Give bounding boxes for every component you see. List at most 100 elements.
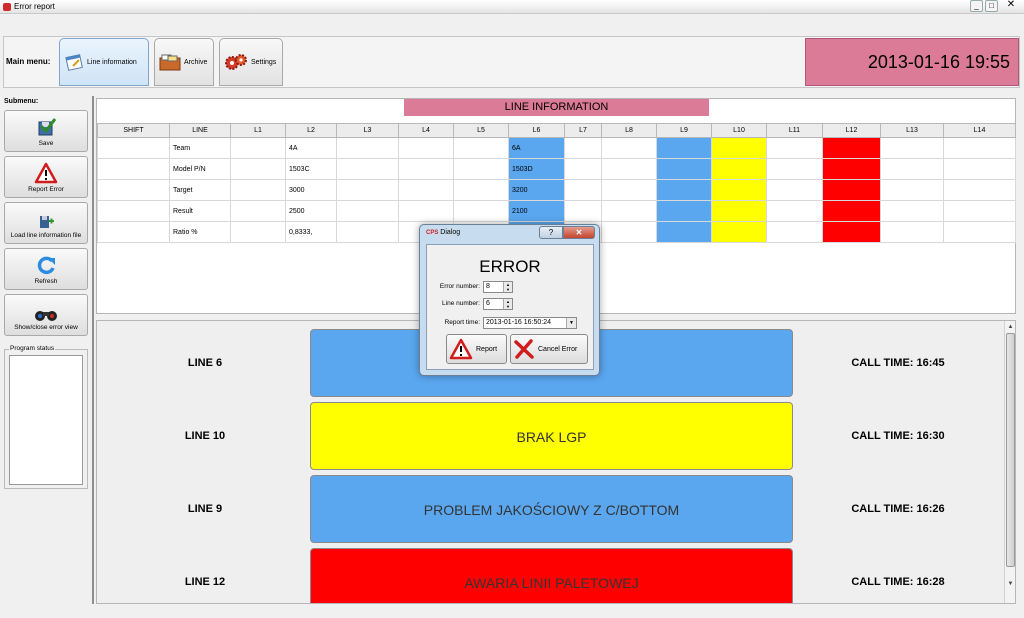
column-header-l6[interactable]: L6: [508, 123, 565, 138]
table-cell[interactable]: [398, 137, 454, 159]
column-header-l12[interactable]: L12: [822, 123, 881, 138]
table-cell[interactable]: [230, 221, 286, 243]
table-cell[interactable]: [766, 179, 823, 201]
column-header-l5[interactable]: L5: [453, 123, 509, 138]
column-header-l4[interactable]: L4: [398, 123, 454, 138]
column-header-line[interactable]: LINE: [169, 123, 231, 138]
calls-scrollbar[interactable]: ▲ ▼: [1004, 321, 1015, 603]
table-cell[interactable]: [230, 179, 286, 201]
table-cell[interactable]: [822, 179, 881, 201]
close-button[interactable]: ✕: [1000, 0, 1022, 12]
maximize-button[interactable]: □: [985, 0, 998, 12]
table-cell[interactable]: [656, 179, 712, 201]
help-button[interactable]: ?: [539, 226, 563, 239]
show-close-error-view-button[interactable]: Show/close error view: [4, 294, 88, 336]
line-number-spinbox[interactable]: 6 ▲ ▼: [483, 298, 513, 310]
error-number-spinbox[interactable]: 8 ▲ ▼: [483, 281, 513, 293]
spin-arrows-icon[interactable]: ▲ ▼: [503, 282, 512, 292]
table-cell[interactable]: [453, 179, 509, 201]
chevron-down-icon[interactable]: ▼: [566, 318, 576, 328]
spin-arrows-icon[interactable]: ▲ ▼: [503, 299, 512, 309]
table-cell[interactable]: [822, 200, 881, 222]
load-file-button[interactable]: Load line information file: [4, 202, 88, 244]
table-cell[interactable]: 1503D: [508, 158, 565, 180]
column-header-l13[interactable]: L13: [880, 123, 944, 138]
table-cell[interactable]: [656, 200, 712, 222]
tab-settings[interactable]: Settings: [219, 38, 283, 86]
table-cell[interactable]: [656, 221, 712, 243]
table-cell[interactable]: [822, 137, 881, 159]
cancel-error-button[interactable]: Cancel Error: [510, 334, 588, 364]
table-cell[interactable]: [711, 179, 767, 201]
table-cell[interactable]: [97, 137, 170, 159]
column-header-shift[interactable]: SHIFT: [97, 123, 170, 138]
column-header-l10[interactable]: L10: [711, 123, 767, 138]
table-cell[interactable]: [564, 158, 602, 180]
panel-divider[interactable]: [92, 96, 94, 604]
report-button[interactable]: Report: [446, 334, 507, 364]
table-cell[interactable]: Model P/N: [169, 158, 231, 180]
table-cell[interactable]: [230, 200, 286, 222]
column-header-l1[interactable]: L1: [230, 123, 286, 138]
table-cell[interactable]: [453, 158, 509, 180]
tab-archive[interactable]: Archive: [154, 38, 214, 86]
table-cell[interactable]: [97, 221, 170, 243]
table-cell[interactable]: [943, 221, 1016, 243]
table-cell[interactable]: [711, 158, 767, 180]
table-cell[interactable]: [336, 158, 399, 180]
table-cell[interactable]: Target: [169, 179, 231, 201]
table-cell[interactable]: [601, 200, 657, 222]
table-cell[interactable]: 3000: [285, 179, 337, 201]
column-header-l2[interactable]: L2: [285, 123, 337, 138]
table-cell[interactable]: [766, 158, 823, 180]
table-cell[interactable]: [336, 137, 399, 159]
table-cell[interactable]: [230, 137, 286, 159]
report-error-button[interactable]: Report Error: [4, 156, 88, 198]
column-header-l11[interactable]: L11: [766, 123, 823, 138]
table-cell[interactable]: [336, 200, 399, 222]
call-message-button[interactable]: BRAK LGP: [310, 402, 793, 470]
table-cell[interactable]: [601, 221, 657, 243]
table-cell[interactable]: 4A: [285, 137, 337, 159]
table-cell[interactable]: [230, 158, 286, 180]
scroll-up-arrow-icon[interactable]: ▲: [1006, 322, 1015, 332]
table-cell[interactable]: 2500: [285, 200, 337, 222]
table-cell[interactable]: [601, 179, 657, 201]
table-cell[interactable]: [564, 137, 602, 159]
table-cell[interactable]: [97, 179, 170, 201]
table-cell[interactable]: [336, 179, 399, 201]
table-cell[interactable]: Team: [169, 137, 231, 159]
table-cell[interactable]: 2100: [508, 200, 565, 222]
refresh-button[interactable]: Refresh: [4, 248, 88, 290]
table-cell[interactable]: 3200: [508, 179, 565, 201]
table-cell[interactable]: [564, 179, 602, 201]
table-cell[interactable]: [398, 200, 454, 222]
table-cell[interactable]: [398, 158, 454, 180]
table-cell[interactable]: Ratio %: [169, 221, 231, 243]
table-cell[interactable]: [943, 158, 1016, 180]
table-cell[interactable]: Result: [169, 200, 231, 222]
table-cell[interactable]: [711, 200, 767, 222]
table-cell[interactable]: [822, 221, 881, 243]
save-button[interactable]: Save: [4, 110, 88, 152]
table-cell[interactable]: [336, 221, 399, 243]
table-cell[interactable]: [880, 221, 944, 243]
minimize-button[interactable]: _: [970, 0, 983, 12]
call-message-button[interactable]: AWARIA LINII PALETOWEJ: [310, 548, 793, 603]
column-header-l8[interactable]: L8: [601, 123, 657, 138]
column-header-l9[interactable]: L9: [656, 123, 712, 138]
table-cell[interactable]: [656, 137, 712, 159]
table-cell[interactable]: [766, 137, 823, 159]
table-cell[interactable]: [656, 158, 712, 180]
column-header-l7[interactable]: L7: [564, 123, 602, 138]
table-cell[interactable]: [943, 200, 1016, 222]
scroll-down-arrow-icon[interactable]: ▼: [1006, 579, 1015, 589]
table-cell[interactable]: [766, 200, 823, 222]
table-cell[interactable]: [398, 179, 454, 201]
table-cell[interactable]: [601, 158, 657, 180]
table-cell[interactable]: [880, 200, 944, 222]
table-cell[interactable]: [766, 221, 823, 243]
table-cell[interactable]: [711, 137, 767, 159]
scrollbar-thumb[interactable]: [1006, 333, 1015, 567]
table-cell[interactable]: [97, 200, 170, 222]
